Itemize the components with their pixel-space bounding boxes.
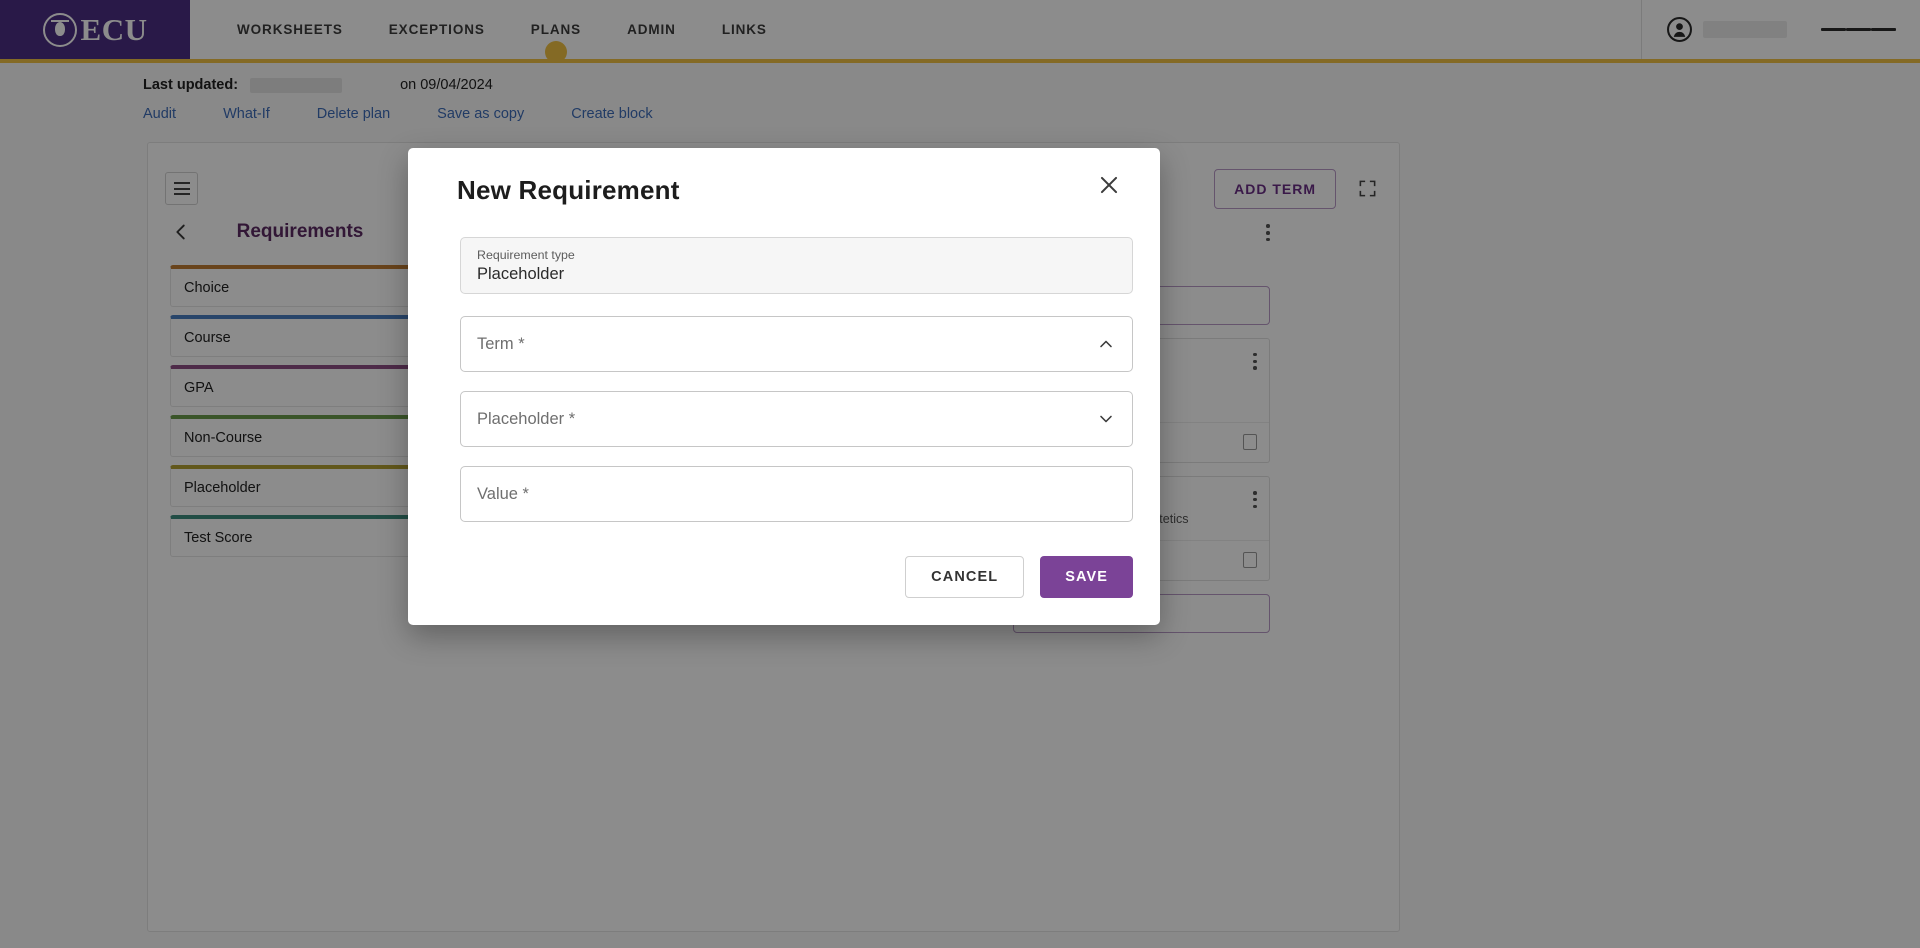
placeholder-select-field[interactable]: Placeholder *: [460, 391, 1133, 447]
modal-title: New Requirement: [457, 175, 680, 205]
modal-body: Requirement type Placeholder Term * Plac…: [433, 206, 1135, 598]
value-input-placeholder: Value *: [477, 484, 529, 503]
term-select-field[interactable]: Term *: [460, 316, 1133, 372]
term-select-placeholder: Term *: [477, 334, 525, 353]
save-button[interactable]: SAVE: [1040, 556, 1133, 598]
placeholder-select-placeholder: Placeholder *: [477, 409, 576, 428]
chevron-up-icon[interactable]: [1096, 334, 1116, 354]
requirement-type-label: Requirement type: [477, 248, 575, 262]
requirement-type-field[interactable]: Requirement type Placeholder: [460, 237, 1133, 294]
degree-works-plan-page: ECU WORKSHEETS EXCEPTIONS PLANS ADMIN LI…: [0, 0, 1920, 948]
cancel-button[interactable]: CANCEL: [905, 556, 1025, 598]
chevron-down-icon[interactable]: [1096, 409, 1116, 429]
close-icon[interactable]: [1096, 172, 1122, 198]
value-input-field[interactable]: Value *: [460, 466, 1133, 522]
new-requirement-modal: New Requirement Requirement type Placeho…: [408, 148, 1160, 625]
modal-footer: CANCEL SAVE: [460, 541, 1133, 598]
requirement-type-value: Placeholder: [477, 264, 565, 283]
modal-header: New Requirement: [433, 148, 1135, 206]
